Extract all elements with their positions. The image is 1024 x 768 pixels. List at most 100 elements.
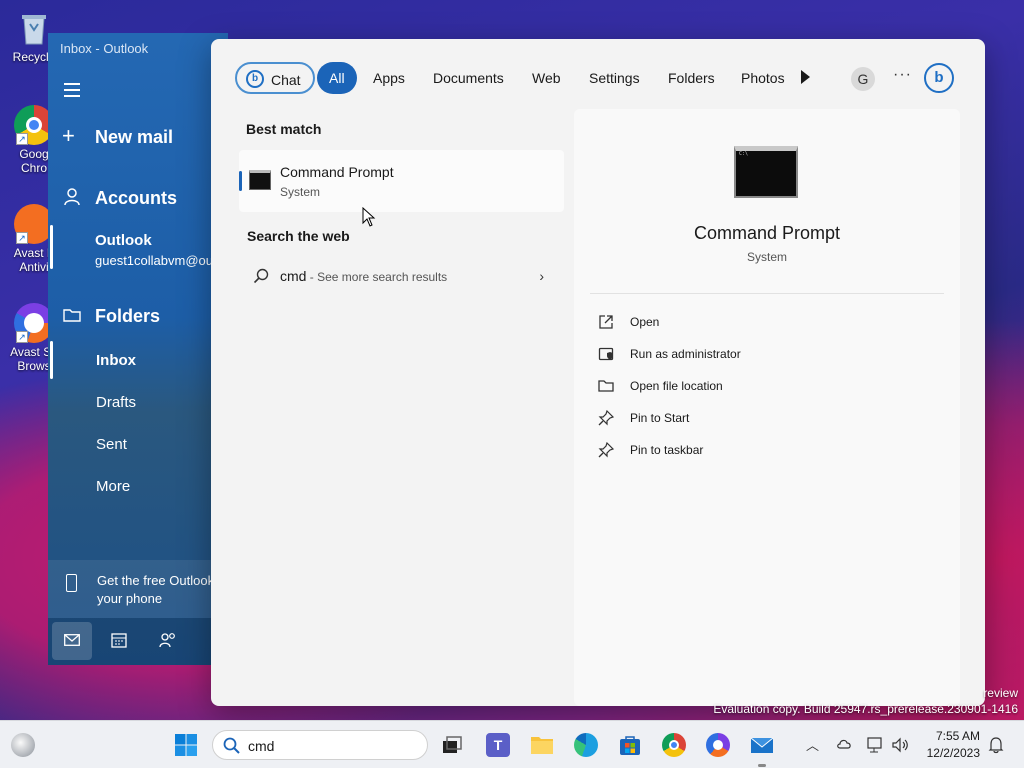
folder-label: Drafts [96, 394, 137, 411]
avast-browser-taskbar-icon[interactable] [706, 733, 730, 757]
tab-label: Documents [433, 70, 504, 86]
best-match-result[interactable]: Command Prompt System [239, 150, 564, 212]
watermark-text: Evaluation copy. Build 25947.rs_prerelea… [713, 702, 1018, 716]
tab-label: Apps [373, 70, 405, 86]
promo-text: Get the free Outlook [97, 573, 215, 588]
tab-label: Photos [741, 70, 785, 86]
tab-apps[interactable]: Apps [361, 62, 417, 94]
action-label: Pin to Start [630, 411, 690, 425]
pin-icon [598, 410, 614, 426]
tab-folders[interactable]: Folders [656, 62, 727, 94]
phone-icon [66, 574, 77, 592]
people-icon[interactable] [159, 632, 177, 648]
folders-label: Folders [95, 306, 161, 326]
best-match-heading: Best match [246, 121, 322, 137]
mail-nav-button[interactable] [52, 622, 92, 660]
chevron-right-icon: › [539, 268, 544, 284]
shortcut-arrow-icon: ↗ [16, 232, 28, 244]
taskbar: cmd T ︿ 7:55 AM 12/2/2023 [0, 720, 1024, 768]
result-preview-pane: Command Prompt System Open Run as admini… [574, 109, 960, 706]
outlook-bottom-nav [48, 618, 228, 665]
folder-label: Inbox [96, 352, 136, 369]
taskbar-search-box[interactable]: cmd [212, 730, 428, 760]
folder-label: Sent [96, 436, 127, 453]
chrome-taskbar-icon[interactable] [662, 733, 686, 757]
web-query: cmd [280, 268, 307, 284]
account-email: guest1collabvm@ou [95, 253, 213, 268]
watermark-text: review [983, 686, 1018, 700]
action-pin-to-taskbar[interactable]: Pin to taskbar [598, 439, 898, 463]
file-explorer-icon[interactable] [530, 733, 554, 757]
promo-text: your phone [97, 591, 163, 606]
scroll-tabs-right-icon[interactable] [801, 70, 810, 84]
widgets-icon[interactable] [11, 733, 35, 757]
taskbar-search-value: cmd [248, 738, 275, 754]
tab-photos[interactable]: Photos [729, 62, 785, 94]
selected-folder-indicator [50, 341, 53, 379]
mail-icon [64, 634, 80, 646]
plus-icon: + [62, 123, 75, 148]
divider [590, 293, 944, 294]
action-label: Run as administrator [630, 347, 741, 361]
tab-all[interactable]: All [317, 62, 357, 94]
bing-icon[interactable]: b [924, 63, 954, 93]
web-query-suffix: - See more search results [306, 270, 448, 284]
clock-time[interactable]: 7:55 AM [920, 729, 980, 743]
start-button[interactable] [174, 733, 198, 757]
preview-subtitle: System [746, 250, 787, 264]
tab-documents[interactable]: Documents [421, 62, 516, 94]
pin-icon [598, 442, 614, 458]
tab-web[interactable]: Web [520, 62, 573, 94]
tab-settings[interactable]: Settings [577, 62, 652, 94]
search-icon [253, 268, 269, 284]
teams-icon[interactable]: T [486, 733, 510, 757]
person-icon [64, 188, 80, 209]
notification-bell-icon[interactable] [988, 736, 1004, 754]
chevron-up-icon[interactable]: ︿ [806, 735, 819, 754]
account-avatar[interactable]: G [851, 67, 875, 91]
network-icon[interactable] [867, 736, 885, 754]
action-open[interactable]: Open [598, 311, 898, 335]
running-app-indicator [758, 764, 766, 767]
tab-label: Folders [668, 70, 715, 86]
action-pin-to-start[interactable]: Pin to Start [598, 407, 898, 431]
action-run-as-administrator[interactable]: Run as administrator [598, 343, 898, 367]
open-external-icon [599, 315, 613, 329]
preview-title: Command Prompt [693, 223, 841, 243]
outlook-window[interactable]: Inbox - Outlook + New mail Accounts Outl… [48, 33, 228, 665]
web-query-text: cmd - See more search results [280, 268, 447, 284]
task-view-icon[interactable] [440, 733, 464, 757]
windows-search-panel: b Chat All Apps Documents Web Settings F… [211, 39, 985, 706]
edge-icon[interactable] [574, 733, 598, 757]
clock-date[interactable]: 12/2/2023 [920, 746, 980, 760]
volume-icon[interactable] [891, 736, 909, 754]
web-search-result[interactable]: cmd - See more search results › [239, 260, 564, 292]
search-filter-bar: b Chat All Apps Documents Web Settings F… [211, 39, 985, 115]
calendar-icon[interactable] [111, 632, 127, 648]
accounts-label: Accounts [95, 188, 178, 208]
hamburger-menu-icon[interactable] [64, 83, 80, 101]
tab-label: Web [532, 70, 561, 86]
tab-label: All [329, 70, 345, 86]
tab-label: Settings [589, 70, 640, 86]
get-outlook-promo[interactable]: Get the free Outlook your phone [48, 560, 228, 618]
shortcut-arrow-icon: ↗ [16, 133, 28, 145]
search-web-heading: Search the web [247, 228, 350, 244]
shield-admin-icon [598, 347, 614, 361]
microsoft-store-icon[interactable] [618, 733, 642, 757]
tab-chat[interactable]: b Chat [235, 62, 315, 94]
action-label: Pin to taskbar [630, 443, 704, 457]
mouse-cursor-icon [362, 207, 376, 227]
action-open-file-location[interactable]: Open file location [598, 375, 898, 399]
search-icon [223, 737, 240, 754]
mail-taskbar-icon[interactable] [750, 733, 774, 757]
bing-chat-icon: b [246, 70, 264, 88]
action-label: Open [630, 315, 660, 329]
account-name: Outlook [95, 232, 152, 249]
onedrive-sync-icon[interactable] [836, 736, 854, 754]
new-mail-label: New mail [95, 127, 174, 147]
more-options-icon[interactable]: ··· [893, 66, 912, 84]
selected-account-indicator [50, 225, 53, 269]
folder-label: More [96, 478, 131, 495]
folder-icon [63, 308, 81, 325]
